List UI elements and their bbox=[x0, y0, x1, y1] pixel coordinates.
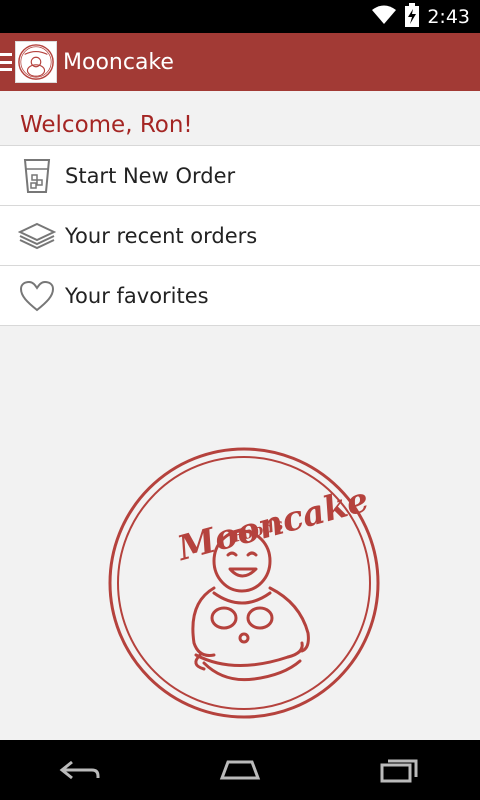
mooncake-foods-logo: Mooncake Foods bbox=[104, 443, 384, 723]
stack-icon bbox=[17, 216, 57, 256]
status-bar: 2:43 bbox=[0, 0, 480, 33]
action-bar[interactable]: Mooncake bbox=[0, 33, 480, 91]
home-icon[interactable] bbox=[210, 750, 270, 790]
menu-item-label: Your favorites bbox=[65, 283, 209, 308]
menu-item-recent-orders[interactable]: Your recent orders bbox=[0, 206, 480, 266]
status-icons: 2:43 bbox=[371, 0, 470, 33]
wifi-icon bbox=[371, 5, 397, 29]
back-icon[interactable] bbox=[50, 750, 110, 790]
navigation-bar bbox=[0, 740, 480, 800]
drawer-menu-icon[interactable] bbox=[0, 53, 12, 71]
battery-charging-icon bbox=[405, 2, 420, 31]
recents-icon[interactable] bbox=[370, 750, 430, 790]
menu-item-label: Start New Order bbox=[65, 163, 236, 188]
menu-item-start-new-order[interactable]: Start New Order bbox=[0, 146, 480, 206]
welcome-text: Welcome, Ron! bbox=[20, 112, 193, 138]
clock: 2:43 bbox=[427, 5, 470, 28]
main-menu: Start New Order Your recent orders Your … bbox=[0, 145, 480, 326]
cup-icon bbox=[17, 156, 57, 196]
menu-item-label: Your recent orders bbox=[65, 223, 258, 248]
mooncake-buddha-icon[interactable] bbox=[15, 41, 57, 83]
menu-item-favorites[interactable]: Your favorites bbox=[0, 266, 480, 326]
heart-icon bbox=[17, 276, 57, 316]
app-title: Mooncake bbox=[63, 49, 174, 75]
